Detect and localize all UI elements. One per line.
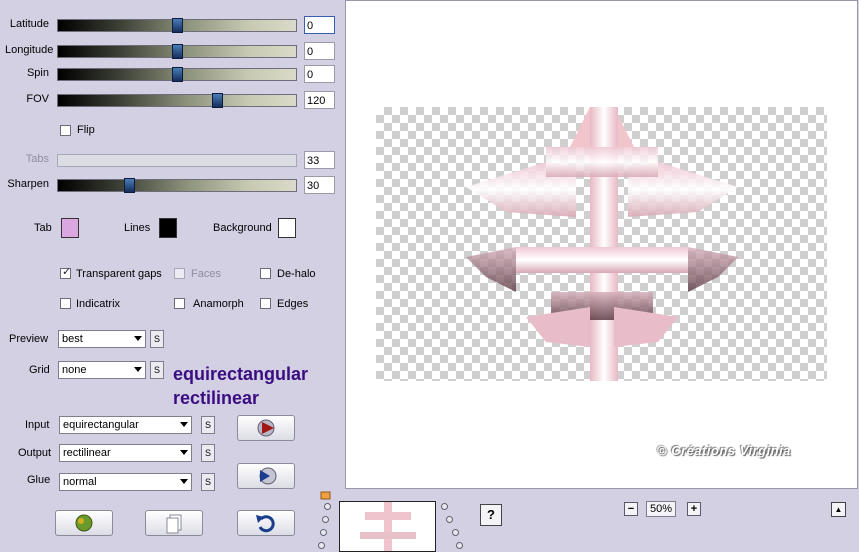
zoom-level: 50% (646, 501, 676, 517)
anamorph-label: Anamorph (193, 298, 244, 310)
indicatrix-checkbox[interactable] (60, 298, 71, 309)
flip-label: Flip (77, 124, 95, 136)
preview-label: Preview (9, 333, 49, 345)
faces-checkbox[interactable] (174, 268, 185, 279)
latitude-value-field[interactable]: 0 (304, 16, 335, 34)
chevron-down-icon (180, 479, 188, 484)
thumbnail-image (360, 502, 416, 551)
latitude-label: Latitude (9, 18, 49, 30)
apply-input-button[interactable] (237, 415, 295, 441)
lines-color-label: Lines (124, 222, 151, 234)
edges-checkbox[interactable] (260, 298, 271, 309)
navigator-marker-icon (320, 491, 331, 500)
transparent-gaps-label: Transparent gaps (76, 268, 162, 280)
latitude-slider-thumb[interactable] (172, 18, 183, 33)
fov-label: FOV (26, 93, 49, 105)
lines-color-swatch[interactable] (159, 218, 177, 238)
glue-select[interactable]: normal (59, 473, 192, 491)
preview-image (466, 107, 738, 381)
background-color-label: Background (213, 222, 272, 234)
tab-color-swatch[interactable] (61, 218, 79, 238)
zoom-out-button[interactable]: − (624, 502, 638, 516)
latitude-slider[interactable] (57, 18, 297, 33)
glue-select-value: normal (63, 476, 97, 488)
copy-icon (166, 514, 182, 534)
grid-select[interactable]: none (58, 361, 146, 379)
tabs-label: Tabs (25, 153, 49, 165)
spin-value-field[interactable]: 0 (304, 65, 335, 83)
check-mark-icon: ✓ (62, 266, 72, 278)
output-label: Output (18, 447, 52, 459)
sharpen-value-field[interactable]: 30 (304, 176, 335, 194)
fov-slider[interactable] (57, 93, 297, 108)
tabs-value-field[interactable]: 33 (304, 151, 335, 169)
longitude-slider[interactable] (57, 44, 297, 59)
spin-slider-thumb[interactable] (172, 67, 183, 82)
navigator-ring[interactable] (456, 542, 463, 549)
grid-label: Grid (29, 364, 50, 376)
indicatrix-label: Indicatrix (76, 298, 121, 310)
navigator-ring[interactable] (324, 503, 331, 510)
longitude-value-field[interactable]: 0 (304, 42, 335, 60)
input-select-value: equirectangular (63, 419, 139, 431)
globe-icon (75, 514, 93, 532)
input-s-button[interactable]: S (201, 416, 215, 434)
navigator-ring[interactable] (322, 516, 329, 523)
faces-label: Faces (191, 268, 221, 280)
navigator-ring[interactable] (441, 503, 448, 510)
annotation-line2: rectilinear (173, 388, 260, 408)
anamorph-checkbox[interactable] (174, 298, 185, 309)
scroll-up-button[interactable]: ▲ (831, 502, 846, 517)
spin-slider[interactable] (57, 67, 297, 82)
output-s-button[interactable]: S (201, 444, 215, 462)
flip-checkbox[interactable] (60, 125, 71, 136)
navigator-ring[interactable] (446, 516, 453, 523)
sharpen-label: Sharpen (7, 178, 49, 190)
tabs-slider[interactable] (57, 154, 297, 167)
chevron-down-icon (134, 367, 142, 372)
grid-s-button[interactable]: S (150, 361, 164, 379)
navigator-thumbnail[interactable] (339, 501, 436, 552)
annotation-line1: equirectangular (173, 364, 309, 384)
copy-button[interactable] (145, 510, 203, 536)
help-button[interactable]: ? (480, 504, 502, 526)
undo-icon (256, 515, 275, 533)
undo-button[interactable] (237, 510, 295, 536)
navigator-ring[interactable] (318, 542, 325, 549)
tab-color-label: Tab (34, 222, 52, 234)
preview-s-button[interactable]: S (150, 330, 164, 348)
chevron-down-icon (180, 422, 188, 427)
glue-label: Glue (27, 474, 51, 486)
input-label: Input (25, 419, 50, 431)
background-color-swatch[interactable] (278, 218, 296, 238)
output-select[interactable]: rectilinear (59, 444, 192, 462)
disc-play-icon (259, 467, 277, 485)
sharpen-slider[interactable] (57, 178, 297, 193)
chevron-down-icon (134, 336, 142, 341)
output-select-value: rectilinear (63, 447, 111, 459)
disc-arrow-icon (257, 419, 275, 437)
edges-label: Edges (277, 298, 309, 310)
preview-select-value: best (62, 333, 83, 345)
preview-select[interactable]: best (58, 330, 146, 348)
globe-button[interactable] (55, 510, 113, 536)
transparent-gaps-checkbox[interactable]: ✓ (60, 266, 72, 279)
fov-value-field[interactable]: 120 (304, 91, 335, 109)
fov-slider-thumb[interactable] (212, 93, 223, 108)
grid-select-value: none (62, 364, 87, 376)
watermark: © Créations Virginia (657, 443, 791, 458)
sharpen-slider-thumb[interactable] (124, 178, 135, 193)
dehalo-label: De-halo (277, 268, 316, 280)
input-select[interactable]: equirectangular (59, 416, 192, 434)
longitude-label: Longitude (5, 44, 54, 56)
apply-output-button[interactable] (237, 463, 295, 489)
navigator-ring[interactable] (320, 529, 327, 536)
zoom-in-button[interactable]: + (687, 502, 701, 516)
chevron-down-icon (180, 450, 188, 455)
dehalo-checkbox[interactable] (260, 268, 271, 279)
longitude-slider-thumb[interactable] (172, 44, 183, 59)
spin-label: Spin (26, 67, 49, 79)
navigator-ring[interactable] (452, 529, 459, 536)
glue-s-button[interactable]: S (201, 473, 215, 491)
